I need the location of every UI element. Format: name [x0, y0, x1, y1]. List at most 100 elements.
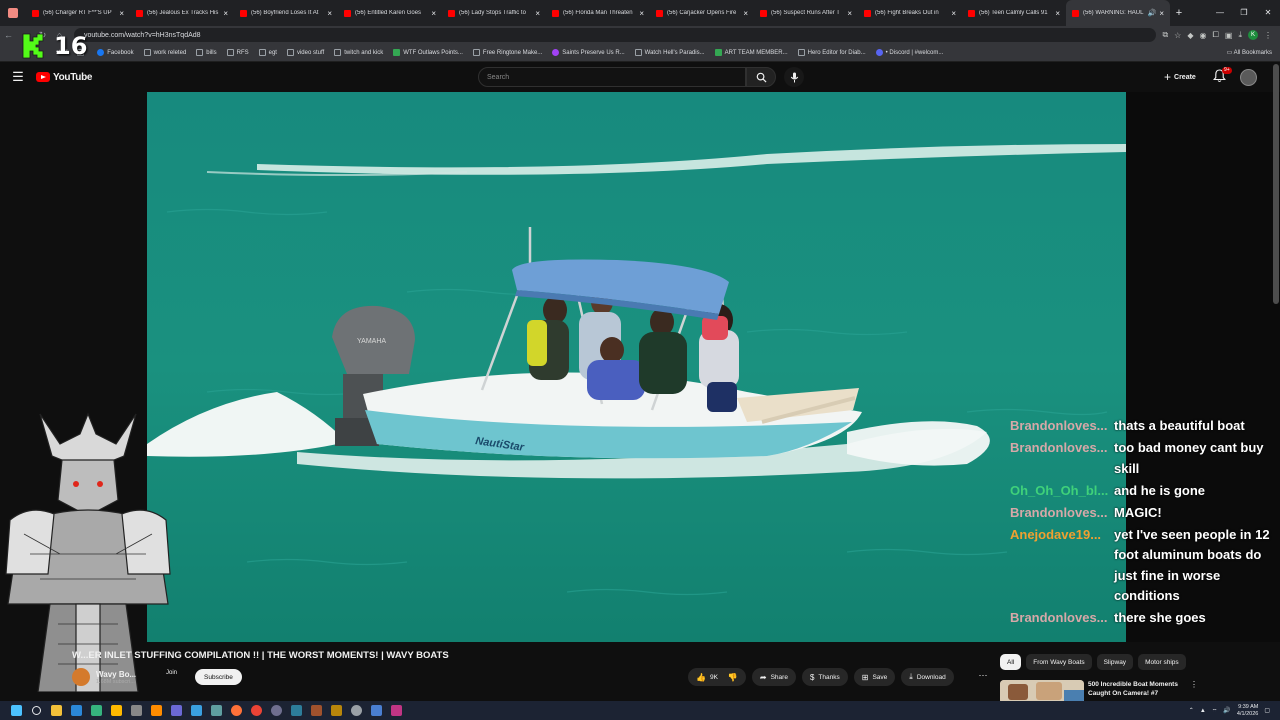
save-button[interactable]: ⊞ Save — [853, 668, 896, 686]
more-actions-icon[interactable]: ⋯ — [975, 670, 991, 686]
create-button[interactable]: + Create — [1158, 68, 1202, 86]
back-icon[interactable]: ← — [0, 30, 17, 40]
maximize-icon[interactable]: ❐ — [1232, 0, 1256, 26]
volume-icon[interactable]: 🔊 — [1223, 707, 1230, 714]
bookmark-folder[interactable]: RFS — [226, 49, 249, 56]
chip-all[interactable]: All — [1000, 654, 1022, 670]
video-player[interactable]: YAMAHA NautiStar — [147, 92, 1126, 642]
browser-tab[interactable]: (56) Carjacker Opens Fire × — [650, 0, 754, 26]
tray-chevron-icon[interactable]: ⌃ — [1189, 707, 1194, 714]
app-icon[interactable] — [166, 701, 186, 720]
app-icon[interactable] — [186, 701, 206, 720]
thanks-button[interactable]: $ Thanks — [801, 668, 848, 686]
app-icon[interactable] — [206, 701, 226, 720]
app-icon[interactable] — [126, 701, 146, 720]
app-icon[interactable] — [86, 701, 106, 720]
search-input[interactable]: Search — [478, 67, 746, 87]
notifications-icon[interactable]: ▢ — [1264, 707, 1270, 714]
youtube-logo[interactable]: YouTube — [36, 72, 93, 83]
browser-tab[interactable]: (56) Boyfriend Loses It At × — [234, 0, 338, 26]
browser-tab[interactable]: (56) Entitled Karen Goes × — [338, 0, 442, 26]
browser-tab[interactable]: (56) Lady Stops Traffic to × — [442, 0, 546, 26]
install-app-icon[interactable]: ⧉ — [1162, 30, 1168, 40]
url-field[interactable]: youtube.com/watch?v=hH3nsTqdAd8 — [74, 28, 1157, 42]
subscribe-button[interactable]: Subscribe — [195, 669, 242, 685]
app-icon[interactable] — [386, 701, 406, 720]
app-icon[interactable] — [366, 701, 386, 720]
close-window-icon[interactable]: ✕ — [1256, 0, 1280, 26]
bookmark-folder[interactable]: bills — [196, 49, 217, 56]
start-icon[interactable] — [6, 701, 26, 720]
browser-tab[interactable]: (56) Jealous Ex Tracks His × — [130, 0, 234, 26]
close-tab-icon[interactable]: × — [223, 9, 228, 18]
chip-from-channel[interactable]: From Wavy Boats — [1026, 654, 1092, 670]
voice-search-button[interactable] — [784, 67, 804, 87]
bookmark-folder[interactable]: twitch and kick — [334, 49, 383, 56]
bookmark-item[interactable]: Free Ringtone Make... — [472, 49, 542, 56]
like-button[interactable]: 👍 9K 👎 — [688, 668, 746, 686]
search-icon[interactable] — [26, 701, 46, 720]
close-tab-icon[interactable]: × — [535, 9, 540, 18]
app-icon[interactable] — [306, 701, 326, 720]
browser-menu-icon[interactable]: ⋮ — [1264, 31, 1272, 40]
close-tab-icon[interactable]: × — [119, 9, 124, 18]
bookmark-item[interactable]: Facebook — [97, 49, 134, 56]
close-tab-icon[interactable]: × — [327, 9, 332, 18]
all-bookmarks-button[interactable]: ▭ All Bookmarks — [1227, 49, 1272, 56]
browser-tab[interactable]: (56) Teen Calmly Calls 91 × — [962, 0, 1066, 26]
new-tab-button[interactable]: + — [1170, 7, 1188, 19]
app-icon[interactable] — [146, 701, 166, 720]
app-icon[interactable] — [66, 701, 86, 720]
bookmark-item[interactable]: • Discord | #welcom... — [875, 49, 943, 56]
bookmark-item[interactable]: WTF Outlaws Points... — [393, 49, 463, 56]
file-explorer-icon[interactable] — [46, 701, 66, 720]
close-tab-icon[interactable]: × — [847, 9, 852, 18]
network-icon[interactable]: ⌔ — [1212, 707, 1218, 715]
app-icon[interactable] — [286, 701, 306, 720]
close-tab-icon[interactable]: × — [1055, 9, 1060, 18]
chrome-icon[interactable] — [246, 701, 266, 720]
bookmark-item[interactable]: Hero Editor for Diab... — [797, 49, 866, 56]
page-scrollbar[interactable] — [1273, 64, 1279, 304]
downloads-icon[interactable]: ⤓ — [1238, 30, 1242, 40]
tray-app-icon[interactable]: ▲ — [1200, 708, 1206, 714]
close-tab-icon[interactable]: × — [951, 9, 956, 18]
close-tab-icon[interactable]: × — [639, 9, 644, 18]
profile-avatar[interactable]: K — [1248, 30, 1258, 40]
chip-motor-ships[interactable]: Motor ships — [1138, 654, 1186, 670]
bookmark-folder[interactable]: video stuff — [286, 49, 324, 56]
speaker-icon[interactable]: 🔊 — [1148, 9, 1157, 17]
firefox-icon[interactable] — [226, 701, 246, 720]
browser-tab[interactable]: (56) Florida Man Threaten × — [546, 0, 650, 26]
bookmark-star-icon[interactable]: ☆ — [1174, 31, 1181, 40]
download-button[interactable]: ⤓ Download — [901, 668, 954, 686]
thumbs-down-icon[interactable]: 👎 — [728, 673, 738, 682]
browser-tab-active[interactable]: (56) WARNING: HAUL 🔊 × — [1066, 0, 1170, 26]
bookmark-item[interactable]: Watch Hell's Paradis... — [634, 49, 705, 56]
extension-icon[interactable]: ◆ — [1187, 31, 1193, 40]
chip-slipway[interactable]: Slipway — [1096, 654, 1134, 670]
app-icon[interactable] — [106, 701, 126, 720]
bookmark-folder[interactable]: egt — [258, 49, 277, 56]
minimize-icon[interactable]: — — [1208, 0, 1232, 26]
close-tab-icon[interactable]: × — [1159, 9, 1164, 18]
close-tab-icon[interactable]: × — [431, 9, 436, 18]
extension-icon[interactable]: ◉ — [1200, 31, 1207, 40]
browser-tab[interactable]: (56) Suspect Runs After T × — [754, 0, 858, 26]
close-tab-icon[interactable]: × — [743, 9, 748, 18]
hamburger-menu-icon[interactable]: ☰ — [0, 69, 36, 85]
browser-tab[interactable]: (56) Fight Breaks Out in × — [858, 0, 962, 26]
browser-tab[interactable]: (56) Charger RT F**'S UP × — [26, 0, 130, 26]
bookmark-folder[interactable]: work releted — [143, 49, 186, 56]
clock[interactable]: 9:39 AM 4/1/2026 — [1237, 704, 1258, 718]
sidebar-icon[interactable]: ▣ — [1225, 31, 1233, 40]
share-button[interactable]: ➦ Share — [751, 668, 796, 686]
account-avatar[interactable] — [1240, 69, 1257, 86]
bookmark-item[interactable]: ART TEAM MEMBER... — [714, 49, 788, 56]
channel-name[interactable]: Wavy Bo... — [96, 670, 136, 679]
extensions-puzzle-icon[interactable]: ⧠ — [1212, 30, 1218, 40]
search-button[interactable] — [746, 67, 776, 87]
app-icon[interactable] — [326, 701, 346, 720]
notifications-button[interactable]: 9+ — [1213, 67, 1232, 85]
channel-avatar[interactable] — [72, 668, 90, 686]
